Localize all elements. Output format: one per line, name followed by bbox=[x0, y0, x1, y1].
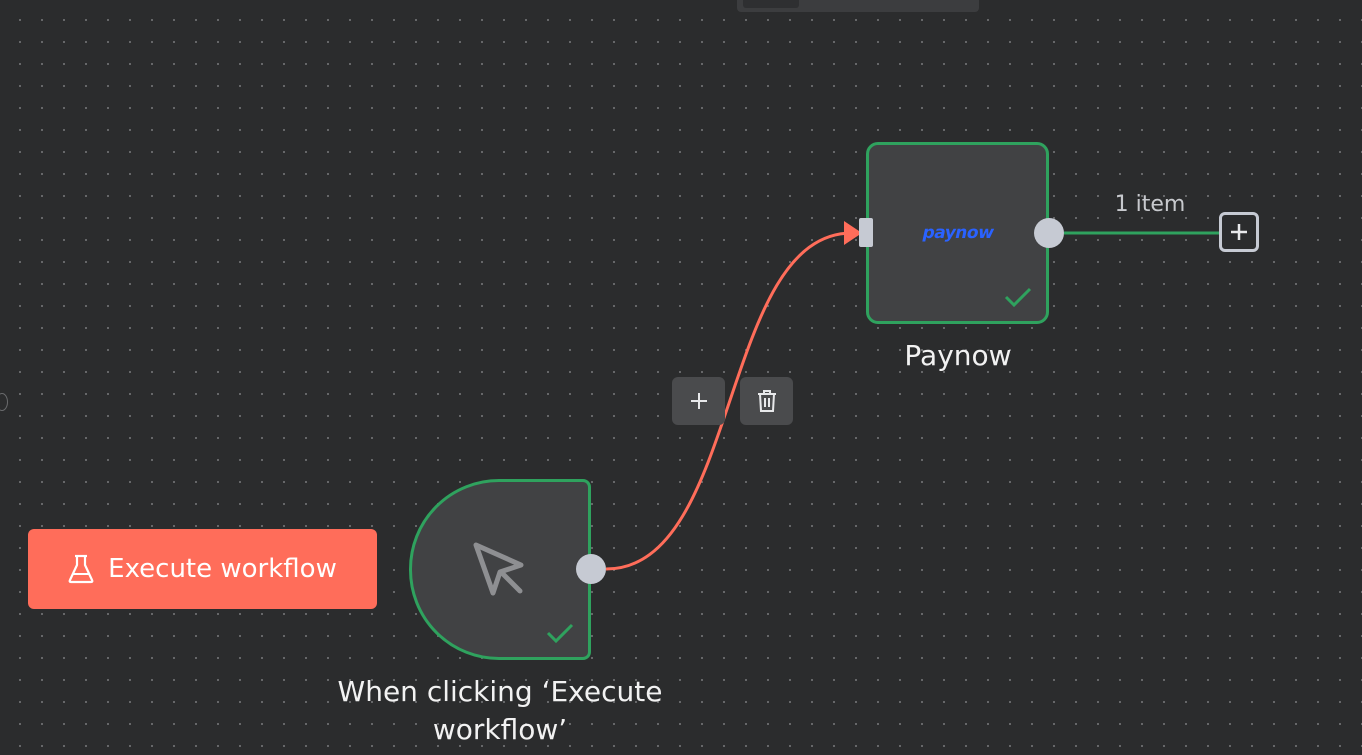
plus-icon bbox=[1231, 224, 1247, 240]
add-node-button[interactable] bbox=[1219, 212, 1259, 252]
trigger-node-label: When clicking ‘Execute workflow’ bbox=[337, 675, 663, 746]
success-check-icon bbox=[546, 623, 574, 643]
workflow-canvas[interactable]: 1 item When clicking ‘Execute workflow’ … bbox=[0, 0, 1362, 755]
paynow-node-label: Paynow bbox=[904, 339, 1012, 372]
trigger-node[interactable] bbox=[409, 479, 591, 660]
paynow-input-handle[interactable] bbox=[859, 218, 873, 247]
cursor-icon bbox=[473, 542, 524, 595]
flask-icon bbox=[68, 554, 94, 584]
trash-icon bbox=[757, 390, 776, 412]
connection-trigger-to-paynow[interactable] bbox=[605, 231, 853, 571]
paynow-logo: paynow bbox=[920, 223, 995, 243]
connection-item-count: 1 item bbox=[1114, 192, 1186, 217]
plus-icon bbox=[690, 393, 707, 409]
trigger-output-handle[interactable] bbox=[576, 554, 606, 584]
paynow-node[interactable]: paynow bbox=[866, 142, 1049, 324]
success-check-icon bbox=[1004, 287, 1032, 307]
execute-workflow-label: Execute workflow bbox=[108, 554, 337, 584]
execute-workflow-button[interactable]: Execute workflow bbox=[28, 529, 377, 609]
paynow-output-handle[interactable] bbox=[1034, 218, 1064, 248]
connection-add-node-button[interactable] bbox=[672, 377, 725, 425]
connection-delete-button[interactable] bbox=[740, 377, 793, 425]
